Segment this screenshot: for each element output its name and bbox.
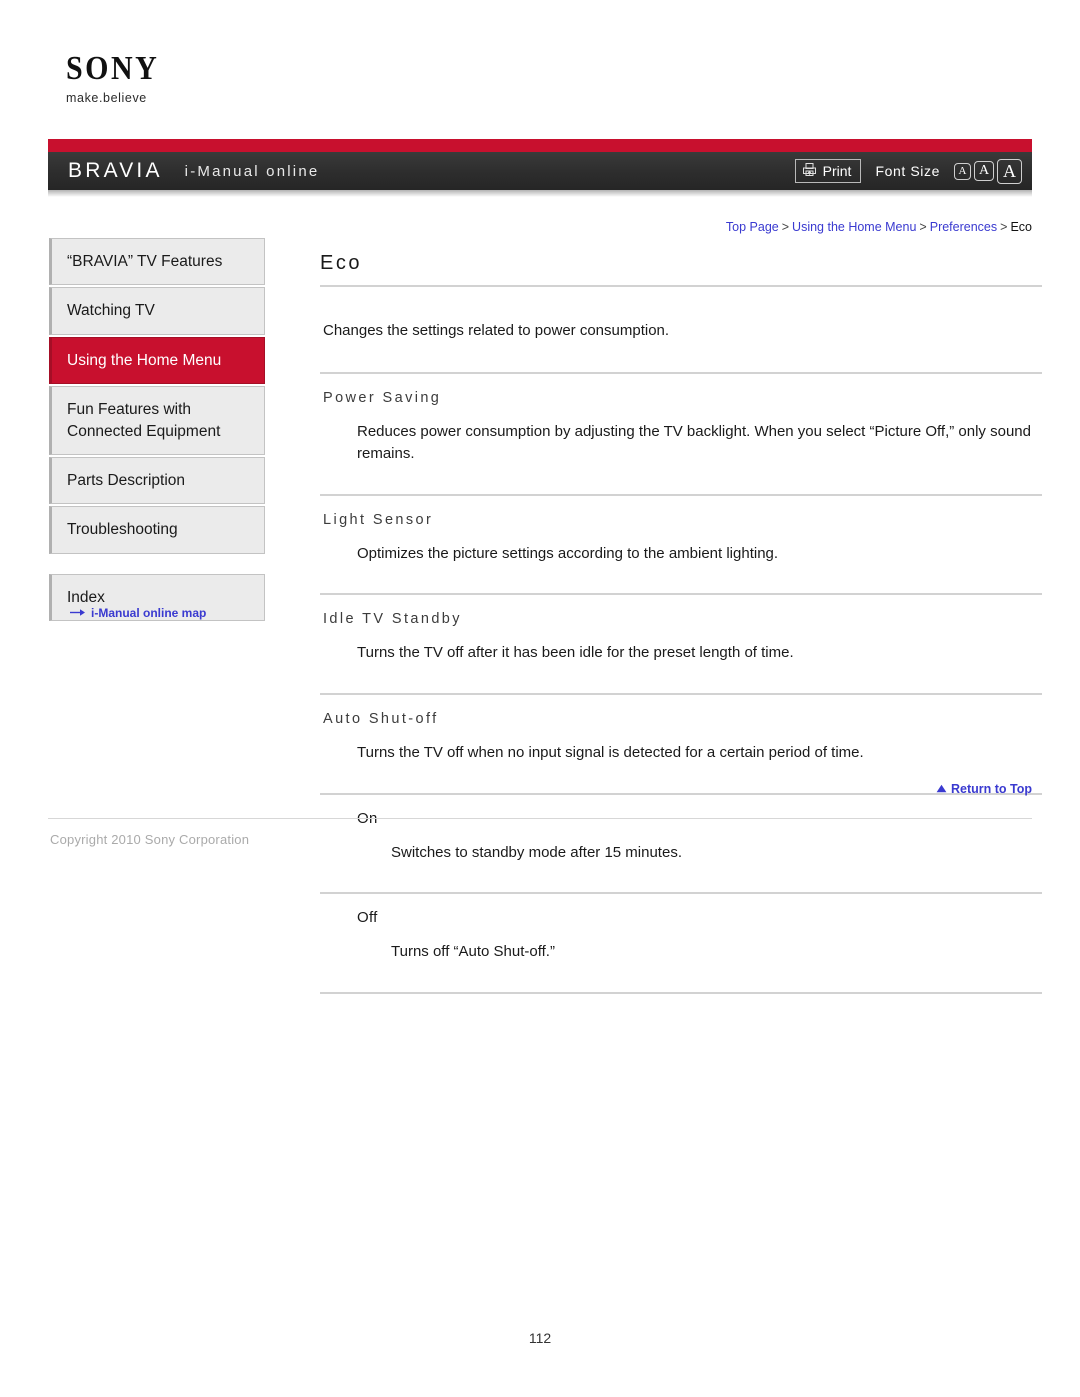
option-on: On Switches to standby mode after 15 min… — [320, 795, 1042, 892]
breadcrumb-item-using-the-home-menu[interactable]: Using the Home Menu — [792, 220, 916, 234]
section-body: Optimizes the picture settings according… — [357, 544, 779, 562]
option-title: Off — [357, 908, 378, 926]
divider — [320, 992, 1042, 995]
section-body: Turns the TV off when no input signal is… — [357, 744, 864, 761]
breadcrumb-separator: > — [781, 220, 790, 234]
font-size-controls: A A A — [954, 158, 1022, 184]
breadcrumb-separator: > — [1000, 220, 1008, 234]
main-content: Eco Changes the settings related to powe… — [320, 252, 1042, 995]
section-light-sensor: Light Sensor Optimizes the picture setti… — [320, 496, 1042, 594]
section-auto-shut-off: Auto Shut-off Turns the TV off when no i… — [320, 695, 1042, 793]
section-title: Power Saving — [323, 390, 442, 406]
sidebar-item-parts-description[interactable]: Parts Description — [49, 456, 265, 505]
imanual-title: i-Manual online — [184, 162, 320, 180]
font-size-label: Font Size — [875, 163, 940, 179]
option-body: Turns off “Auto Shut-off.” — [391, 942, 555, 960]
sony-logo: SONY make.believe — [66, 49, 266, 105]
copyright-text: Copyright 2010 Sony Corporation — [50, 832, 250, 847]
font-size-large-button[interactable]: A — [997, 158, 1022, 184]
sidebar-navigation: “BRAVIA” TV Features Watching TV Using t… — [49, 238, 265, 623]
header-bar: BRAVIA i-Manual online Print Font Size A… — [48, 152, 1032, 190]
sidebar-item-using-the-home-menu[interactable]: Using the Home Menu — [49, 336, 265, 385]
sidebar-item-fun-features-with-connected-equipment[interactable]: Fun Features with Connected Equipment — [49, 386, 265, 455]
imanual-online-map-link[interactable]: i-Manual online map — [70, 606, 206, 620]
option-body: Switches to standby mode after 15 minute… — [391, 843, 682, 861]
sidebar-item-bravia-tv-features[interactable]: “BRAVIA” TV Features — [49, 238, 265, 286]
intro-text: Changes the settings related to power co… — [323, 322, 670, 339]
font-size-medium-button[interactable]: A — [974, 161, 994, 181]
breadcrumb-item-current: Eco — [1010, 220, 1032, 234]
printer-icon — [802, 162, 817, 180]
header-tools: Print Font Size A A A — [794, 158, 1022, 184]
imanual-online-map-label: i-Manual online map — [91, 606, 207, 620]
section-title: Idle TV Standby — [323, 611, 462, 628]
sidebar-item-troubleshooting[interactable]: Troubleshooting — [49, 506, 265, 554]
header-red-accent-bar — [48, 139, 1032, 152]
site-header: BRAVIA i-Manual online Print Font Size A… — [48, 139, 1032, 197]
breadcrumb-item-top-page[interactable]: Top Page — [726, 220, 779, 234]
sony-wordmark: SONY — [66, 49, 160, 87]
footer-divider — [48, 818, 1032, 819]
arrow-right-icon — [70, 606, 86, 620]
section-body: Turns the TV off after it has been idle … — [357, 644, 794, 662]
section-power-saving: Power Saving Reduces power consumption b… — [320, 374, 1042, 494]
triangle-up-icon — [936, 782, 947, 796]
header-drop-shadow — [48, 190, 1032, 197]
print-button-label: Print — [822, 163, 852, 179]
print-button[interactable]: Print — [794, 159, 862, 183]
font-size-small-button[interactable]: A — [954, 162, 971, 180]
return-to-top-link[interactable]: Return to Top — [936, 782, 1032, 796]
section-title: Light Sensor — [323, 511, 434, 528]
return-to-top-label: Return to Top — [951, 782, 1032, 796]
divider — [320, 285, 1042, 287]
page-number: 112 — [528, 1330, 552, 1346]
sidebar-item-watching-tv[interactable]: Watching TV — [49, 287, 265, 335]
section-body: Reduces power consumption by adjusting t… — [357, 423, 1031, 462]
bravia-wordmark: BRAVIA — [68, 159, 163, 182]
option-off: Off Turns off “Auto Shut-off.” — [320, 894, 1042, 991]
page-title: Eco — [320, 252, 362, 274]
section-title: Auto Shut-off — [323, 711, 439, 727]
breadcrumb: Top Page > Using the Home Menu > Preferences… — [726, 220, 1032, 234]
sony-tagline: make.believe — [66, 91, 147, 105]
breadcrumb-separator: > — [919, 220, 927, 234]
breadcrumb-item-preferences[interactable]: Preferences — [930, 220, 997, 234]
section-idle-tv-standby: Idle TV Standby Turns the TV off after i… — [320, 595, 1042, 693]
